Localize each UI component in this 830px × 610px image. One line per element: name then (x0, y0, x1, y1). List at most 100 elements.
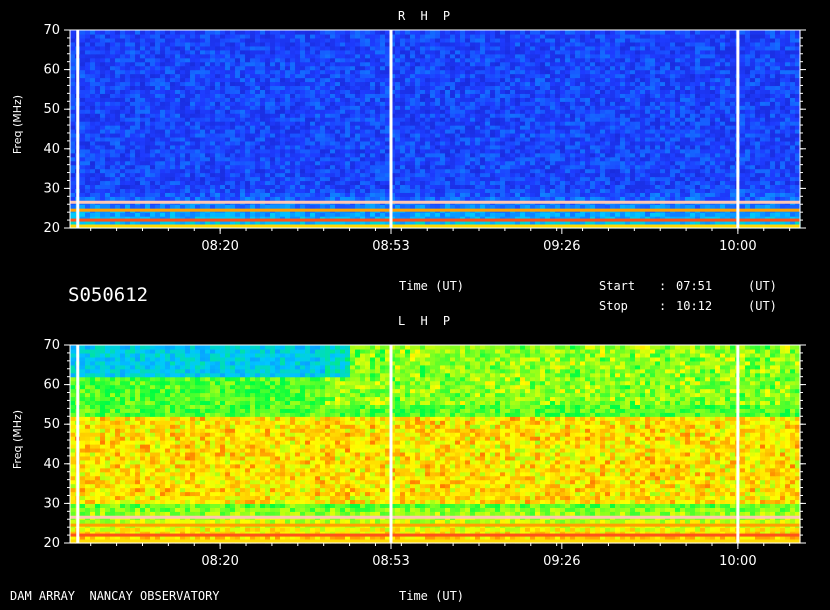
spectrogram-cell (520, 176, 526, 182)
spectrogram-cell (640, 192, 646, 197)
spectrogram-cell (300, 129, 306, 134)
spectrogram-cell (165, 136, 171, 142)
spectrogram-cell (550, 101, 556, 106)
spectrogram-cell (600, 204, 606, 209)
spectrogram-cell (85, 97, 91, 102)
spectrogram-cell (195, 132, 201, 138)
spectrogram-cell (710, 148, 716, 154)
spectrogram-cell (510, 172, 516, 178)
spectrogram-cell (605, 105, 611, 110)
spectrogram-cell (410, 129, 416, 134)
spectrogram-cell (445, 184, 451, 189)
spectrogram-cell (400, 204, 406, 209)
spectrogram-cell (515, 113, 521, 118)
spectrogram-cell (625, 101, 631, 106)
spectrogram-cell (125, 125, 131, 130)
spectrogram-cell (685, 132, 691, 138)
spectrogram-cell (350, 101, 356, 106)
spectrogram-cell (500, 160, 506, 166)
spectrogram-cell (690, 152, 696, 158)
spectrogram-cell (635, 140, 641, 146)
spectrogram-cell (85, 121, 91, 126)
spectrogram-cell (320, 125, 326, 130)
spectrogram-cell (85, 93, 91, 98)
spectrogram-cell (115, 132, 121, 138)
spectrogram-cell (445, 212, 451, 217)
spectrogram-cell (680, 105, 686, 110)
spectrogram-cell (700, 113, 706, 118)
spectrogram-cell (250, 105, 256, 110)
spectrogram-cell (740, 180, 746, 186)
spectrogram-cell (780, 101, 786, 106)
spectrogram-cell (775, 164, 781, 170)
spectrogram-cell (485, 160, 491, 166)
spectrogram-cell (630, 117, 636, 122)
spectrogram-cell (430, 132, 436, 138)
spectrogram-cell (160, 93, 166, 98)
spectrogram-cell (460, 144, 466, 150)
spectrogram-cell (90, 89, 96, 94)
spectrogram-cell (250, 129, 256, 134)
spectrogram-cell (710, 136, 716, 142)
spectrogram-cell (195, 136, 201, 142)
spectrogram-cell (155, 168, 161, 174)
spectrogram-cell (120, 180, 126, 186)
spectrogram-cell (630, 136, 636, 142)
spectrogram-cell (250, 160, 256, 166)
spectrogram-cell (450, 160, 456, 166)
spectrogram-cell (580, 105, 586, 110)
spectrogram-cell (325, 188, 331, 193)
spectrogram-cell (140, 144, 146, 150)
spectrogram-cell (790, 140, 796, 146)
spectrogram-cell (290, 176, 296, 182)
spectrogram-cell (465, 121, 471, 126)
spectrogram-cell (95, 132, 101, 138)
observation-id: S050612 (68, 284, 149, 306)
spectrogram-cell (590, 168, 596, 174)
spectrogram-cell (575, 160, 581, 166)
spectrogram-cell (580, 93, 586, 98)
spectrogram-cell (435, 172, 441, 178)
spectrogram-cell (745, 97, 751, 102)
spectrogram-cell (745, 176, 751, 182)
spectrogram-cell (720, 132, 726, 138)
spectrogram-cell (265, 160, 271, 166)
spectrogram-cell (455, 204, 461, 209)
spectrogram-cell (695, 212, 701, 217)
spectrogram-cell (670, 132, 676, 138)
spectrogram-cell (495, 140, 501, 146)
spectrogram-cell (545, 148, 551, 154)
spectrogram-cell (170, 113, 176, 118)
spectrogram-cell (320, 196, 326, 201)
spectrogram-cell (555, 212, 561, 217)
spectrogram-cell (260, 148, 266, 154)
spectrogram-cell (510, 176, 516, 182)
spectrogram-cell (215, 132, 221, 138)
spectrogram-cell (210, 168, 216, 174)
spectrogram-cell (705, 117, 711, 122)
spectrogram-cell (605, 152, 611, 158)
spectrogram-cell (765, 164, 771, 170)
spectrogram-cell (645, 204, 651, 209)
spectrogram-cell (315, 180, 321, 186)
spectrogram-cell (545, 164, 551, 170)
spectrogram-cell (670, 196, 676, 201)
spectrogram-cell (140, 129, 146, 134)
spectrogram-cell (135, 172, 141, 178)
spectrogram-cell (730, 212, 736, 217)
spectrogram-cell (545, 117, 551, 122)
spectrogram-cell (120, 136, 126, 142)
spectrogram-cell (710, 192, 716, 197)
spectrogram-cell (200, 152, 206, 158)
spectrogram-cell (500, 172, 506, 178)
spectrogram-cell (205, 184, 211, 189)
spectrogram-cell (450, 125, 456, 130)
spectrogram-cell (685, 117, 691, 122)
spectrogram-cell (480, 97, 486, 102)
spectrogram-cell (785, 140, 791, 146)
spectrogram-cell (615, 101, 621, 106)
spectrogram-cell (275, 172, 281, 178)
spectrogram-cell (410, 121, 416, 126)
spectrogram-cell (740, 188, 746, 193)
spectrogram-cell (180, 97, 186, 102)
